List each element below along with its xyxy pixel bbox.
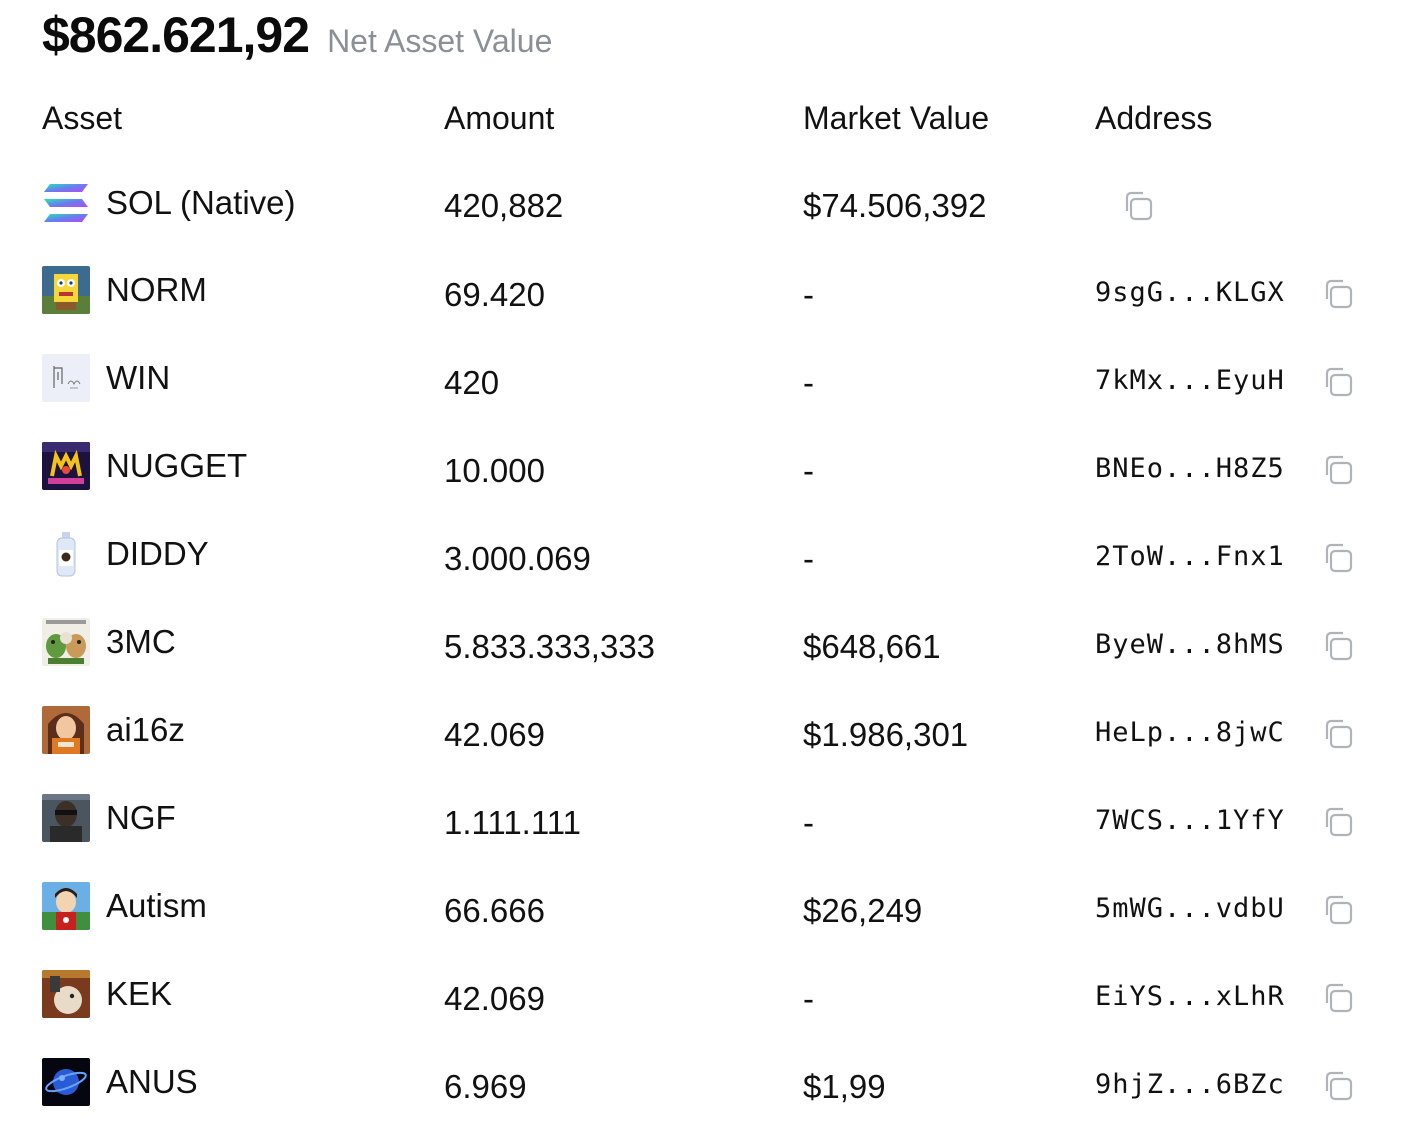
copy-icon[interactable] (1321, 717, 1355, 751)
column-header-asset: Asset (42, 100, 123, 136)
net-asset-label: Net Asset Value (327, 23, 553, 59)
asset-amount: 3.000.069 (444, 540, 591, 577)
table-row: 3MC 5.833.333,333 $648,661 ByeW...8hMS (0, 602, 1412, 690)
token-address: 7kMx...EyuH (1095, 365, 1285, 396)
net-asset-value: $862.621,92 (42, 7, 310, 63)
asset-market-value: $26,249 (803, 892, 923, 929)
token-address: BNEo...H8Z5 (1095, 453, 1285, 484)
table-row: Autism 66.666 $26,249 5mWG...vdbU (0, 866, 1412, 954)
diddy-token-icon (42, 530, 90, 578)
table-row: KEK 42.069 - EiYS...xLhR (0, 954, 1412, 1042)
copy-icon[interactable] (1121, 189, 1155, 223)
asset-amount: 42.069 (444, 716, 545, 753)
table-row: ANUS 6.969 $1,99 9hjZ...6BZc (0, 1042, 1412, 1130)
asset-market-value: $1.986,301 (803, 716, 969, 753)
copy-icon[interactable] (1321, 541, 1355, 575)
asset-market-value: - (803, 804, 814, 841)
asset-name: ai16z (106, 711, 185, 748)
asset-name: KEK (106, 975, 173, 1012)
asset-name: WIN (106, 359, 171, 396)
norm-token-icon (42, 266, 90, 314)
table-row: DIDDY 3.000.069 - 2ToW...Fnx1 (0, 514, 1412, 602)
asset-name: NGF (106, 799, 176, 836)
asset-amount: 420 (444, 364, 500, 401)
asset-amount: 42.069 (444, 980, 545, 1017)
token-address: ByeW...8hMS (1095, 629, 1285, 660)
table-header: Asset Amount Market Value Address (0, 100, 1412, 144)
asset-amount: 6.969 (444, 1068, 527, 1105)
anus-token-icon (42, 1058, 90, 1106)
token-address: 9hjZ...6BZc (1095, 1069, 1285, 1100)
column-header-address: Address (1095, 100, 1213, 136)
asset-name: Autism (106, 887, 207, 924)
asset-name: NUGGET (106, 447, 248, 484)
solana-logo-icon (42, 179, 90, 227)
ngf-token-icon (42, 794, 90, 842)
win-token-icon (42, 354, 90, 402)
table-row: ai16z 42.069 $1.986,301 HeLp...8jwC (0, 690, 1412, 778)
token-address: HeLp...8jwC (1095, 717, 1285, 748)
asset-amount: 420,882 (444, 187, 564, 224)
asset-market-value: - (803, 980, 814, 1017)
table-row: SOL (Native) 420,882 $74.506,392 (0, 162, 1412, 250)
asset-name: ANUS (106, 1063, 198, 1100)
table-row: NGF 1.111.111 - 7WCS...1YfY (0, 778, 1412, 866)
copy-icon[interactable] (1321, 277, 1355, 311)
copy-icon[interactable] (1321, 893, 1355, 927)
column-header-amount: Amount (444, 100, 555, 136)
column-header-market-value: Market Value (803, 100, 990, 136)
asset-market-value: - (803, 540, 814, 577)
token-address: 5mWG...vdbU (1095, 893, 1285, 924)
asset-name: NORM (106, 271, 207, 308)
asset-name: DIDDY (106, 535, 209, 572)
copy-icon[interactable] (1321, 1069, 1355, 1103)
copy-icon[interactable] (1321, 805, 1355, 839)
kek-token-icon (42, 970, 90, 1018)
asset-market-value: - (803, 276, 814, 313)
asset-market-value: $1,99 (803, 1068, 886, 1105)
asset-name: 3MC (106, 623, 176, 660)
copy-icon[interactable] (1321, 453, 1355, 487)
asset-amount: 66.666 (444, 892, 545, 929)
asset-market-value: $648,661 (803, 628, 941, 665)
autism-token-icon (42, 882, 90, 930)
nugget-token-icon (42, 442, 90, 490)
table-row: WIN 420 - 7kMx...EyuH (0, 338, 1412, 426)
asset-market-value: - (803, 452, 814, 489)
asset-amount: 10.000 (444, 452, 545, 489)
copy-icon[interactable] (1321, 981, 1355, 1015)
table-row: NORM 69.420 - 9sgG...KLGX (0, 250, 1412, 338)
portfolio-header: $862.621,92 Net Asset Value (42, 6, 552, 64)
table-row: NUGGET 10.000 - BNEo...H8Z5 (0, 426, 1412, 514)
token-address: 9sgG...KLGX (1095, 277, 1285, 308)
token-address: EiYS...xLhR (1095, 981, 1285, 1012)
asset-name: SOL (Native) (106, 184, 296, 221)
asset-market-value: - (803, 364, 814, 401)
asset-amount: 69.420 (444, 276, 545, 313)
copy-icon[interactable] (1321, 629, 1355, 663)
token-address: 2ToW...Fnx1 (1095, 541, 1285, 572)
copy-icon[interactable] (1321, 365, 1355, 399)
3mc-token-icon (42, 618, 90, 666)
token-address: 7WCS...1YfY (1095, 805, 1285, 836)
asset-amount: 5.833.333,333 (444, 628, 656, 665)
asset-market-value: $74.506,392 (803, 187, 987, 224)
asset-amount: 1.111.111 (444, 804, 582, 841)
ai16z-token-icon (42, 706, 90, 754)
